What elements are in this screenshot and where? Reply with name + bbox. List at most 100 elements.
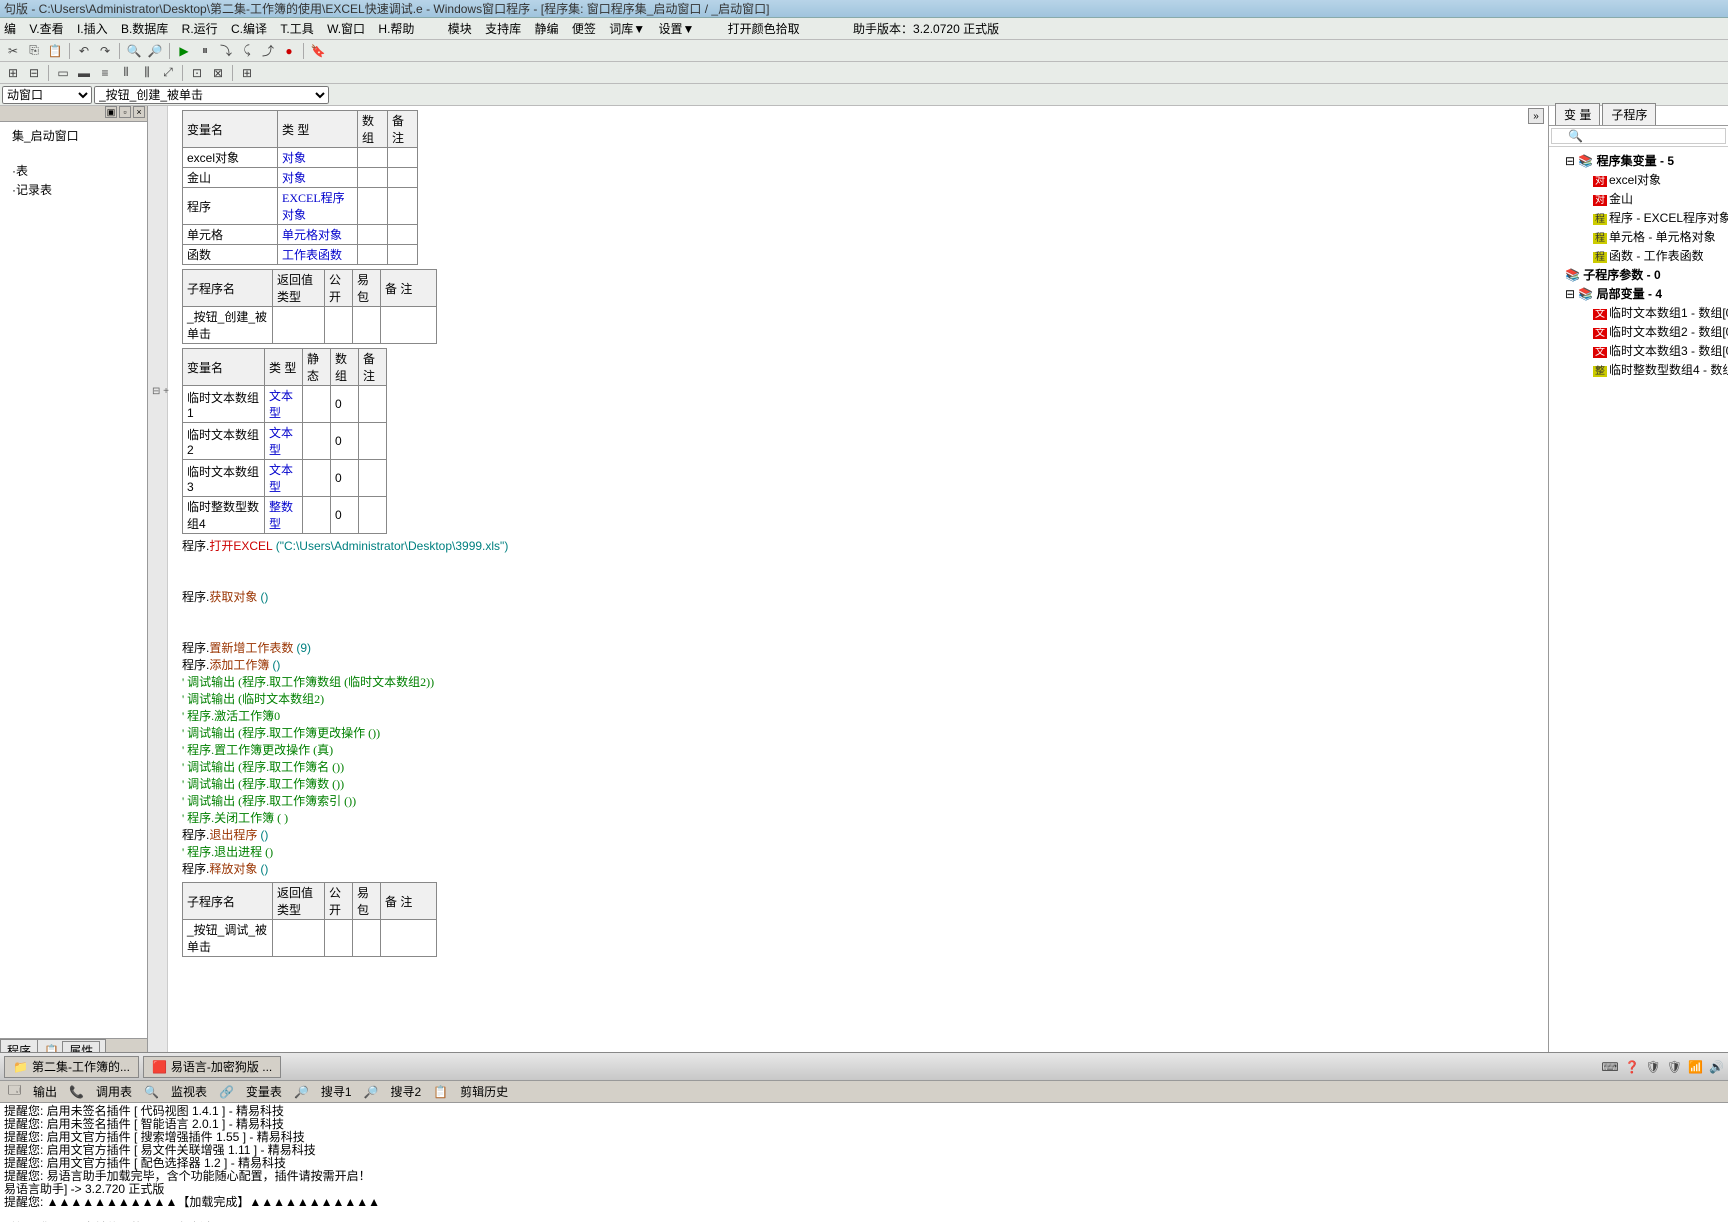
system-tray[interactable]: ⌨ ❓ 🛡 🛡 📶 🔊 <box>1601 1060 1724 1074</box>
tray-icon[interactable]: 🔊 <box>1709 1060 1724 1074</box>
code-line[interactable]: 程序.释放对象 () <box>178 861 1548 878</box>
menu-compile[interactable]: C.编译 <box>231 22 267 36</box>
task-item-folder[interactable]: 📁 第二集-工作簿的... <box>4 1056 139 1078</box>
paste-icon[interactable]: 📋 <box>46 42 64 60</box>
tab-search1[interactable]: 搜寻1 <box>317 1081 356 1102</box>
tray-icon[interactable]: ❓ <box>1625 1060 1640 1074</box>
findnext-icon[interactable]: 🔎 <box>146 42 164 60</box>
tab-vartable[interactable]: 变量表 <box>242 1081 286 1102</box>
code-line[interactable]: 程序.退出程序 () <box>178 827 1548 844</box>
tb2-8[interactable]: ⤢ <box>159 64 177 82</box>
tb2-2[interactable]: ⊟ <box>25 64 43 82</box>
comment-line[interactable]: ' 程序.置工作簿更改操作 (真) <box>178 742 1548 759</box>
menu-tools[interactable]: T.工具 <box>280 22 313 36</box>
output-tabs: 🗔输出 📞调用表 🔍监视表 🔗变量表 🔎搜寻1 🔎搜寻2 📋剪辑历史 <box>0 1080 1728 1102</box>
comment-line[interactable]: ' 程序.退出进程 () <box>178 844 1548 861</box>
tab-cliphist[interactable]: 剪辑历史 <box>456 1081 512 1102</box>
search-input[interactable] <box>1551 128 1726 144</box>
menu-module[interactable]: 模块 <box>448 22 472 36</box>
copy-icon[interactable]: ⎘ <box>25 42 43 60</box>
undo-icon[interactable]: ↶ <box>75 42 93 60</box>
tb2-4[interactable]: ▬ <box>75 64 93 82</box>
tab-subs[interactable]: 子程序 <box>1602 103 1656 125</box>
find-icon[interactable]: 🔍 <box>125 42 143 60</box>
tray-icon[interactable]: 🛡 <box>1646 1060 1661 1074</box>
tray-icon[interactable]: 🛡 <box>1667 1060 1682 1074</box>
tb2-5[interactable]: ≡ <box>96 64 114 82</box>
menu-settings[interactable]: 设置▼ <box>658 22 694 36</box>
tab-calltable[interactable]: 调用表 <box>92 1081 136 1102</box>
variables-pane: 变 量 子程序 ⊟ 📚 程序集变量 - 5 对excel对象 对金山 程程序 -… <box>1548 106 1728 1058</box>
menu-database[interactable]: B.数据库 <box>121 22 168 36</box>
comment-line[interactable]: ' 程序.激活工作簿0 <box>178 708 1548 725</box>
breakpoint-icon[interactable]: ● <box>280 42 298 60</box>
comment-line[interactable]: ' 调试输出 (程序.取工作簿数 ()) <box>178 776 1548 793</box>
menu-version: 助手版本：3.2.0720 正式版 <box>853 22 999 36</box>
tree-item[interactable]: ·记录表 <box>4 180 143 199</box>
var-tree[interactable]: ⊟ 📚 程序集变量 - 5 对excel对象 对金山 程程序 - EXCEL程序… <box>1549 147 1728 383</box>
close-icon[interactable]: × <box>133 106 145 118</box>
pause-icon[interactable]: ⏸ <box>196 42 214 60</box>
dropdown-row: 动窗口 _按钮_创建_被单击 <box>0 84 1728 106</box>
subroutine-table[interactable]: 子程序名返回值类型公开易包备 注 _按钮_创建_被单击 <box>182 269 437 344</box>
tb2-1[interactable]: ⊞ <box>4 64 22 82</box>
menu-edit[interactable]: 编 <box>4 22 16 36</box>
module-vars-table[interactable]: 变量名类 型数组备 注 excel对象对象 金山对象 程序EXCEL程序对象 单… <box>182 110 418 265</box>
comment-line[interactable]: ' 调试输出 (程序.取工作簿数组 (临时文本数组2)) <box>178 674 1548 691</box>
run-icon[interactable]: ▶ <box>175 42 193 60</box>
tb2-6[interactable]: ⫴ <box>117 64 135 82</box>
stepout-icon[interactable]: ⤴ <box>259 42 277 60</box>
tray-icon[interactable]: 📶 <box>1688 1060 1703 1074</box>
tb2-3[interactable]: ▭ <box>54 64 72 82</box>
code-line[interactable]: 程序.置新增工作表数 (9) <box>178 640 1548 657</box>
object-dropdown[interactable]: 动窗口 <box>2 86 92 104</box>
fold-icon[interactable]: ⊟ + <box>152 386 169 397</box>
menu-dict[interactable]: 词库▼ <box>609 22 645 36</box>
local-vars-table[interactable]: 变量名类 型静态数组备 注 临时文本数组1文本型0 临时文本数组2文本型0 临时… <box>182 348 387 534</box>
code-editor[interactable]: ⊟ + 变量名类 型数组备 注 excel对象对象 金山对象 程序EXCEL程序… <box>148 106 1548 1058</box>
comment-line[interactable]: ' 调试输出 (程序.取工作簿更改操作 ()) <box>178 725 1548 742</box>
stepinto-icon[interactable]: ⤹ <box>238 42 256 60</box>
tab-search2[interactable]: 搜寻2 <box>387 1081 426 1102</box>
bookmark-icon[interactable]: 🔖 <box>309 42 327 60</box>
comment-line[interactable]: ' 程序.关闭工作簿 ( ) <box>178 810 1548 827</box>
menu-static[interactable]: 静编 <box>534 22 558 36</box>
cut-icon[interactable]: ✂ <box>4 42 22 60</box>
menu-run[interactable]: R.运行 <box>182 22 218 36</box>
task-item-elang[interactable]: 🟥 易语言-加密狗版 ... <box>143 1056 281 1078</box>
stepover-icon[interactable]: ⤵ <box>217 42 235 60</box>
menu-support[interactable]: 支持库 <box>485 22 521 36</box>
pin-icon[interactable]: ▣ <box>105 106 117 118</box>
tab-output[interactable]: 输出 <box>29 1081 61 1102</box>
code-line[interactable]: 程序.添加工作簿 () <box>178 657 1548 674</box>
subroutine2-table[interactable]: 子程序名返回值类型公开易包备 注 _按钮_调试_被单击 <box>182 882 437 957</box>
redo-icon[interactable]: ↷ <box>96 42 114 60</box>
output-panel[interactable]: 提醒您: 启用未签名插件 [ 代码视图 1.4.1 ] - 精易科技 提醒您: … <box>0 1102 1728 1222</box>
menu-help[interactable]: H.帮助 <box>378 22 414 36</box>
tb2-9[interactable]: ⊡ <box>188 64 206 82</box>
code-line[interactable]: 程序.获取对象 () <box>178 589 1548 606</box>
event-dropdown[interactable]: _按钮_创建_被单击 <box>94 86 329 104</box>
expand-icon[interactable]: » <box>1528 108 1544 124</box>
menu-insert[interactable]: I.插入 <box>77 22 108 36</box>
dock-icon[interactable]: ▫ <box>119 106 131 118</box>
tree-item[interactable]: 集_启动窗口 <box>4 126 143 145</box>
comment-line[interactable]: ' 调试输出 (临时文本数组2) <box>178 691 1548 708</box>
tb2-7[interactable]: ⫼ <box>138 64 156 82</box>
comment-line[interactable]: ' 调试输出 (程序.取工作簿名 ()) <box>178 759 1548 776</box>
menu-colorpick[interactable]: 打开颜色拾取 <box>728 22 800 36</box>
code-line[interactable]: 程序.打开EXCEL ("C:\Users\Administrator\Desk… <box>178 538 1548 555</box>
menu-window[interactable]: W.窗口 <box>327 22 365 36</box>
tb2-10[interactable]: ⊠ <box>209 64 227 82</box>
tab-watch[interactable]: 监视表 <box>167 1081 211 1102</box>
taskbar: 📁 第二集-工作簿的... 🟥 易语言-加密狗版 ... ⌨ ❓ 🛡 🛡 📶 🔊 <box>0 1052 1728 1080</box>
menu-note[interactable]: 便签 <box>572 22 596 36</box>
menu-view[interactable]: V.查看 <box>29 22 63 36</box>
tab-vars[interactable]: 变 量 <box>1555 103 1600 125</box>
comment-line[interactable]: ' 调试输出 (程序.取工作簿索引 ()) <box>178 793 1548 810</box>
tb2-11[interactable]: ⊞ <box>238 64 256 82</box>
tree-item[interactable]: ·表 <box>4 161 143 180</box>
menubar: 编 V.查看 I.插入 B.数据库 R.运行 C.编译 T.工具 W.窗口 H.… <box>0 18 1728 40</box>
project-tree[interactable]: 集_启动窗口 ·表 ·记录表 <box>0 122 147 203</box>
tray-icon[interactable]: ⌨ <box>1601 1060 1618 1074</box>
